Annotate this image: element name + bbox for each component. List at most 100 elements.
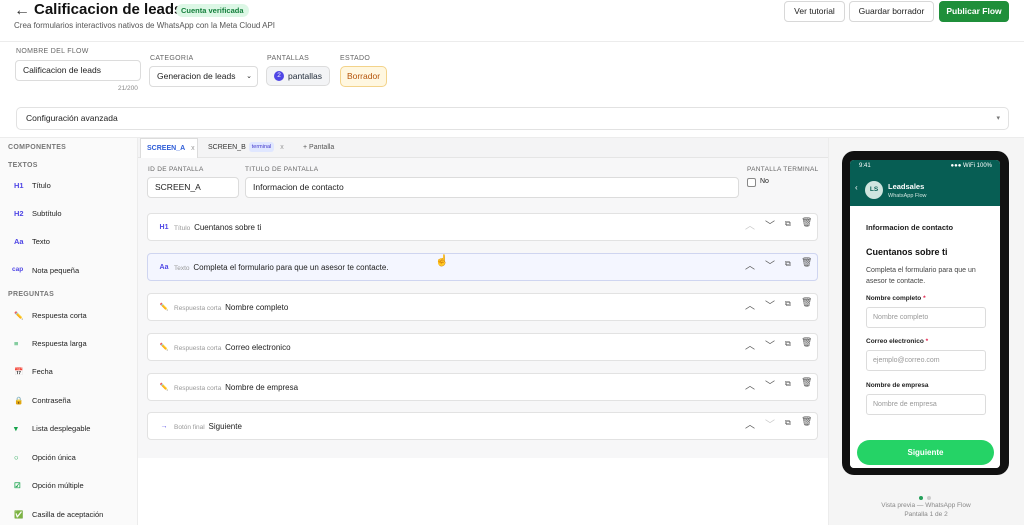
chevron-down-icon: ▾ xyxy=(996,115,1000,122)
screen-tabs: SCREEN_A x SCREEN_B terminal x + Pantalla xyxy=(138,138,828,158)
component-block[interactable]: H1 Título Cuentanos sobre ti ︿ ﹀ ⧉ 🗑 xyxy=(147,213,818,241)
flow-name-label: NOMBRE DEL FLOW xyxy=(16,48,89,55)
component-short-answer[interactable]: ✏️ Respuesta corta xyxy=(0,303,138,329)
trash-icon[interactable]: 🗑 xyxy=(801,376,812,388)
preview-email-input[interactable]: ejemplo@correo.com xyxy=(866,350,986,371)
component-long-answer[interactable]: ≡ Respuesta larga xyxy=(0,331,138,357)
trash-icon[interactable]: 🗑 xyxy=(801,336,812,348)
component-block[interactable]: Aa Texto Completa el formulario para que … xyxy=(147,253,818,281)
terminal-checkbox[interactable] xyxy=(747,178,756,187)
block-text: Cuentanos sobre ti xyxy=(194,223,262,232)
preview-name-input[interactable]: Nombre completo xyxy=(866,307,986,328)
trash-icon[interactable]: 🗑 xyxy=(801,415,812,427)
component-label: Fecha xyxy=(32,367,53,376)
page-dot[interactable] xyxy=(927,496,931,500)
phone-screen: 9:41 ●●● WiFi 100% ‹ LS Leadsales WhatsA… xyxy=(850,160,1000,468)
block-type-label: Respuesta corta xyxy=(174,305,222,312)
pencil-icon: ✏️ xyxy=(159,384,169,391)
move-down-icon[interactable]: ﹀ xyxy=(765,301,775,313)
component-block[interactable]: ✏️ Respuesta corta Nombre completo ︿ ﹀ ⧉ 🗑 xyxy=(147,293,818,321)
calendar-icon: 📅 xyxy=(14,367,24,376)
advanced-config-toggle[interactable]: Configuración avanzada ▾ xyxy=(16,107,1009,130)
move-down-icon[interactable]: ﹀ xyxy=(765,381,775,393)
component-label: Título xyxy=(32,181,51,190)
move-up-icon[interactable]: ︿ xyxy=(745,341,755,353)
copy-icon[interactable]: ⧉ xyxy=(785,298,791,310)
status-badge: Borrador xyxy=(340,66,387,87)
component-caption[interactable]: cap Nota pequeña xyxy=(0,258,138,284)
screen-id-input[interactable]: SCREEN_A xyxy=(147,177,239,198)
page-header: ← Calificacion de leads Cuenta verificad… xyxy=(0,0,1024,42)
copy-icon[interactable]: ⧉ xyxy=(785,417,791,429)
category-select[interactable]: Generacion de leads ⌄ xyxy=(149,66,258,87)
move-up-icon[interactable]: ︿ xyxy=(745,221,755,233)
copy-icon[interactable]: ⧉ xyxy=(785,218,791,230)
preview-field-label: Correo electronico * xyxy=(866,338,929,345)
component-subtitle[interactable]: H2 Subtítulo xyxy=(0,201,138,227)
component-block[interactable]: ✏️ Respuesta corta Nombre de empresa ︿ ﹀ ⧉ 🗑 xyxy=(147,373,818,401)
component-multiple-choice[interactable]: ☑ Opción múltiple xyxy=(0,473,138,499)
close-icon[interactable]: x xyxy=(280,144,284,151)
component-label: Contraseña xyxy=(32,396,71,405)
component-dropdown[interactable]: ▾ Lista desplegable xyxy=(0,416,138,442)
page-subtitle: Crea formularios interactivos nativos de… xyxy=(14,21,276,30)
save-draft-button[interactable]: Guardar borrador xyxy=(849,1,934,22)
contact-subtitle: WhatsApp Flow xyxy=(888,193,927,199)
move-down-icon[interactable]: ﹀ xyxy=(765,261,775,273)
section-title-texts: TEXTOS xyxy=(8,162,38,169)
component-acceptance[interactable]: ✅ Casilla de aceptación xyxy=(0,502,138,525)
tab-screen-b[interactable]: SCREEN_B terminal x xyxy=(208,138,298,158)
block-type-label: Respuesta corta xyxy=(174,385,222,392)
preview-page-label: Pantalla 1 de 2 xyxy=(904,511,948,518)
move-up-icon[interactable]: ︿ xyxy=(745,420,755,432)
flow-name-input[interactable]: Calificacion de leads xyxy=(15,60,141,81)
status-indicators: ●●● WiFi 100% xyxy=(950,163,992,169)
back-arrow-icon[interactable]: ← xyxy=(14,2,30,20)
check-box-icon: ✅ xyxy=(14,510,24,519)
text-icon: Aa xyxy=(14,237,24,246)
status-label: ESTADO xyxy=(340,55,371,62)
trash-icon[interactable]: 🗑 xyxy=(801,256,812,268)
back-chevron-icon[interactable]: ‹ xyxy=(855,183,858,192)
terminal-tag: terminal xyxy=(248,142,275,153)
move-up-icon[interactable]: ︿ xyxy=(745,381,755,393)
move-down-icon[interactable]: ﹀ xyxy=(765,341,775,353)
component-single-choice[interactable]: ○ Opción única xyxy=(0,445,138,471)
tab-screen-a[interactable]: SCREEN_A x xyxy=(140,138,198,158)
copy-icon[interactable]: ⧉ xyxy=(785,378,791,390)
add-screen-button[interactable]: + Pantalla xyxy=(303,138,334,158)
move-down-icon[interactable]: ﹀ xyxy=(765,420,775,432)
trash-icon[interactable]: 🗑 xyxy=(801,296,812,308)
preview-caption: Vista previa — WhatsApp Flow Pantalla 1 d… xyxy=(828,501,1024,519)
move-down-icon[interactable]: ﹀ xyxy=(765,221,775,233)
copy-icon[interactable]: ⧉ xyxy=(785,338,791,350)
component-title[interactable]: H1 Título xyxy=(0,173,138,199)
preview-company-input[interactable]: Nombre de empresa xyxy=(866,394,986,415)
publish-button[interactable]: Publicar Flow xyxy=(939,1,1009,22)
block-type: Botón final Siguiente xyxy=(174,422,242,431)
block-type: Respuesta corta Nombre completo xyxy=(174,303,288,312)
move-up-icon[interactable]: ︿ xyxy=(745,301,755,313)
flow-name-counter: 21/200 xyxy=(118,85,138,92)
component-date[interactable]: 📅 Fecha xyxy=(0,359,138,385)
components-heading: COMPONENTES xyxy=(8,144,67,151)
preview-submit-button[interactable]: Siguiente xyxy=(857,440,994,465)
pencil-icon: ✏️ xyxy=(159,344,169,351)
screens-text: pantallas xyxy=(288,71,323,81)
screens-count-pill: 2 pantallas xyxy=(266,66,330,86)
copy-icon[interactable]: ⧉ xyxy=(785,258,791,270)
tutorial-button[interactable]: Ver tutorial xyxy=(784,1,845,22)
component-block[interactable]: → Botón final Siguiente ︿ ﹀ ⧉ 🗑 xyxy=(147,412,818,440)
screen-title-input[interactable]: Informacion de contacto xyxy=(245,177,739,198)
move-up-icon[interactable]: ︿ xyxy=(745,261,755,273)
component-text[interactable]: Aa Texto xyxy=(0,229,138,255)
trash-icon[interactable]: 🗑 xyxy=(801,216,812,228)
chat-header: ‹ LS Leadsales WhatsApp Flow xyxy=(850,174,1000,206)
page-title: Calificacion de leads xyxy=(34,1,183,18)
page-dot-active[interactable] xyxy=(919,496,923,500)
close-icon[interactable]: x xyxy=(191,145,195,152)
component-password[interactable]: 🔒 Contraseña xyxy=(0,388,138,414)
preview-body: Completa el formulario para que un aseso… xyxy=(866,267,976,285)
block-type-label: Botón final xyxy=(174,424,205,431)
component-block[interactable]: ✏️ Respuesta corta Correo electronico ︿ ﹀ ⧉ 🗑 xyxy=(147,333,818,361)
